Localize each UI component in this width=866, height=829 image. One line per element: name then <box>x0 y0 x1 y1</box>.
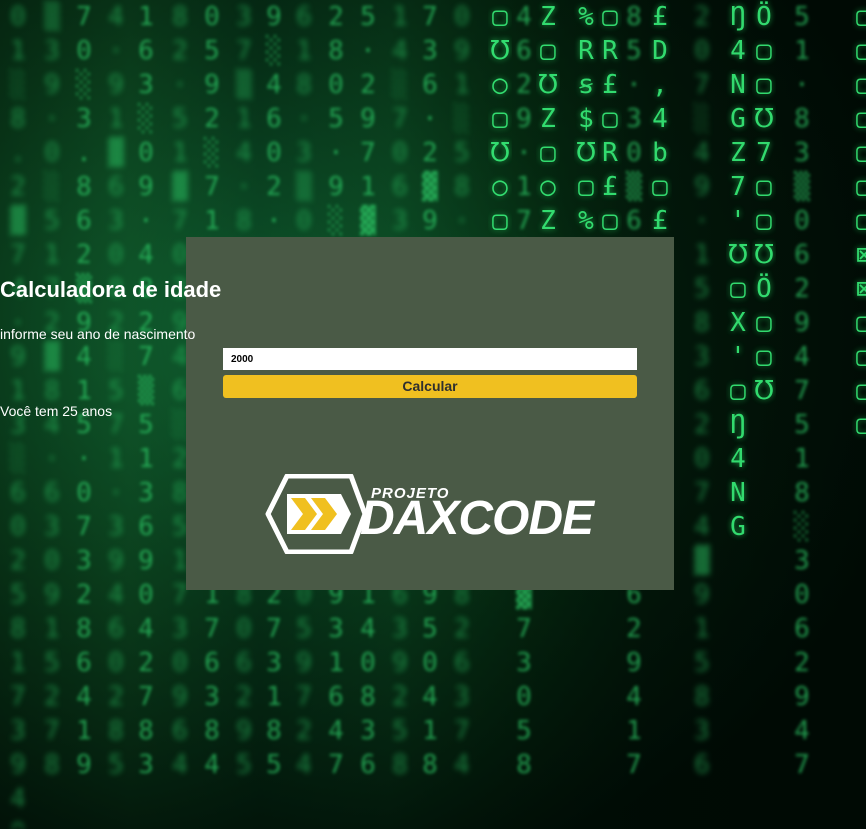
age-result: Você tem 25 anos <box>0 403 113 419</box>
page-title: Calculadora de idade <box>0 277 222 302</box>
calculate-button[interactable]: Calcular <box>223 375 637 398</box>
birth-year-prompt: informe seu ano de nascimento <box>0 326 196 342</box>
logo-big-word: DAXCODE <box>360 492 594 545</box>
birth-year-input[interactable] <box>223 348 637 370</box>
